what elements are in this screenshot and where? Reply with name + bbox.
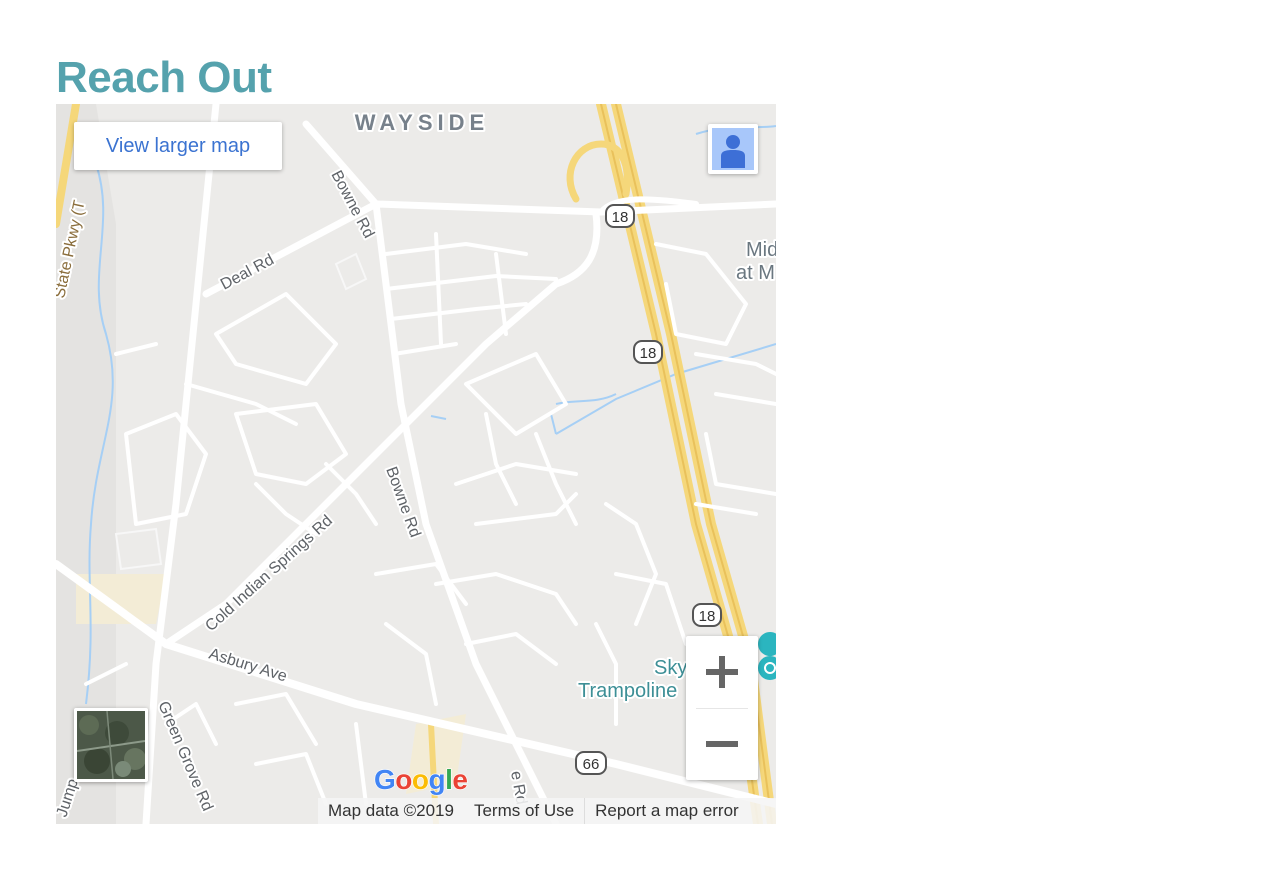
minus-icon <box>706 741 738 747</box>
zoom-control <box>686 636 758 780</box>
satellite-thumbnail <box>77 711 145 779</box>
terms-of-use-link[interactable]: Terms of Use <box>464 801 584 821</box>
place-label-mid-2: at M <box>736 262 775 284</box>
street-view-pegman-icon <box>712 128 754 170</box>
map-data-attribution: Map data ©2019 <box>328 801 454 820</box>
svg-text:66: 66 <box>583 756 600 773</box>
place-label-trampoline: Trampoline <box>578 680 677 702</box>
view-larger-map-button[interactable]: View larger map <box>74 122 282 170</box>
page-title: Reach Out <box>56 53 272 102</box>
place-label-sky: Sky <box>654 657 687 679</box>
svg-text:18: 18 <box>640 345 657 362</box>
route-18-shield: 18 <box>605 204 635 228</box>
route-66-shield: 66 <box>575 751 607 775</box>
plus-icon <box>706 656 738 688</box>
map-canvas[interactable]: 18 18 18 66 WAYSIDE Bowne Rd Bowne Rd e … <box>56 104 776 824</box>
route-18-shield: 18 <box>692 603 722 627</box>
svg-text:18: 18 <box>699 608 716 625</box>
svg-text:18: 18 <box>612 209 629 226</box>
map-footer: Map data ©2019 Terms of Use Report a map… <box>318 798 776 824</box>
zoom-out-button[interactable] <box>686 708 758 780</box>
area-label-wayside: WAYSIDE <box>355 110 489 135</box>
zoom-in-button[interactable] <box>686 636 758 708</box>
satellite-view-toggle[interactable] <box>74 708 148 782</box>
map-embed[interactable]: 18 18 18 66 WAYSIDE Bowne Rd Bowne Rd e … <box>56 104 776 824</box>
street-view-button[interactable] <box>708 124 758 174</box>
report-map-error-link[interactable]: Report a map error <box>585 801 749 821</box>
route-18-shield: 18 <box>633 340 663 364</box>
place-label-mid: Mid <box>746 239 776 261</box>
google-logo: Google <box>373 763 468 795</box>
